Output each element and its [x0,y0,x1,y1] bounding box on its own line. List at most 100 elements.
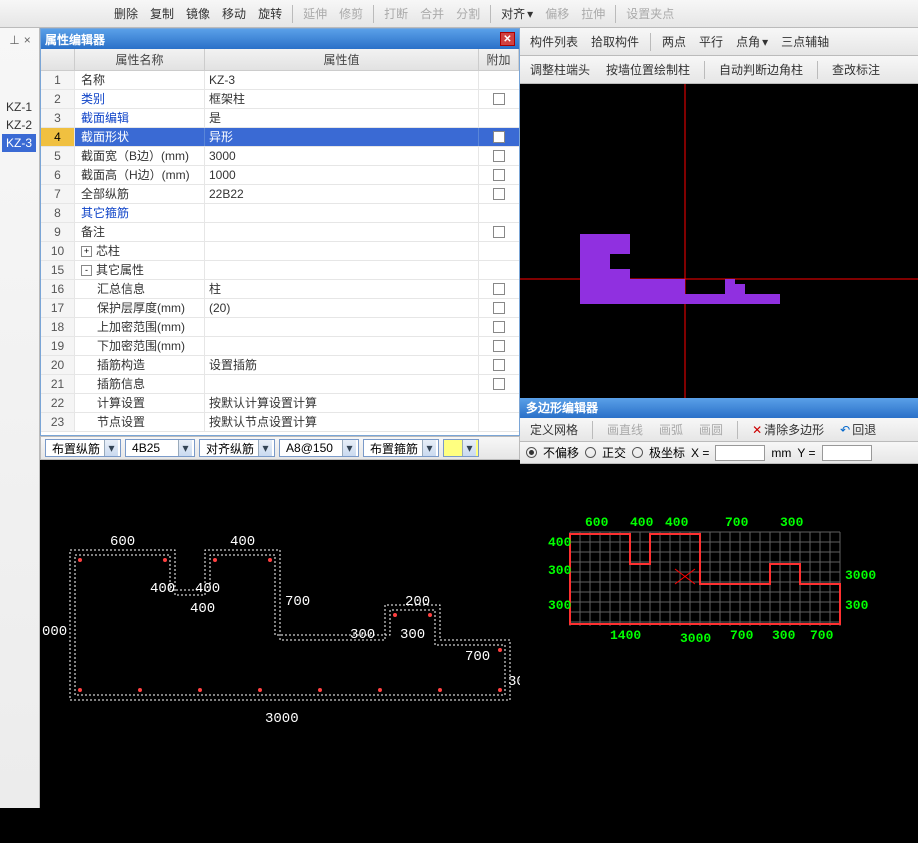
property-row[interactable]: 23节点设置按默认节点设置计算 [41,413,519,432]
svg-text:300: 300 [548,563,572,578]
polygon-viewport[interactable]: 600 400 400 700 300 400 300 300 3000 300… [520,464,918,840]
parallel-button[interactable]: 平行 [695,31,727,52]
property-row[interactable]: 18上加密范围(mm) [41,318,519,337]
align-button[interactable]: 对齐 ▾ [497,3,537,24]
ortho-radio[interactable] [585,447,596,458]
svg-text:400: 400 [150,581,175,597]
move-button[interactable]: 移动 [218,3,250,24]
stretch-button: 拉伸 [577,3,609,24]
property-row[interactable]: 22计算设置按默认计算设置计算 [41,394,519,413]
svg-text:3000: 3000 [680,631,711,646]
svg-text:300: 300 [548,598,572,613]
left-panel: ⊥× KZ-1 KZ-2 KZ-3 [0,28,40,808]
undo-button[interactable]: ↶ 回退 [836,419,880,440]
property-row[interactable]: 10+芯柱 [41,242,519,261]
layout-hoop-combo[interactable]: 布置箍筋▾ [363,439,439,457]
svg-text:1400: 1400 [610,628,641,643]
delete-button[interactable]: 删除 [110,3,142,24]
model-viewport[interactable] [520,84,918,398]
svg-text:600: 600 [585,515,609,530]
x-input[interactable] [715,445,765,461]
property-row[interactable]: 8其它箍筋 [41,204,519,223]
svg-text:400: 400 [190,601,215,617]
view-mark-button[interactable]: 查改标注 [828,59,884,80]
checkbox[interactable] [493,321,505,333]
checkbox[interactable] [493,169,505,181]
property-row[interactable]: 17保护层厚度(mm)(20) [41,299,519,318]
property-row[interactable]: 19下加密范围(mm) [41,337,519,356]
copy-button[interactable]: 复制 [146,3,178,24]
kz-item-2[interactable]: KZ-2 [2,116,36,134]
vertical-value-combo[interactable]: 4B25▾ [125,439,195,457]
mirror-button[interactable]: 镜像 [182,3,214,24]
setgrip-button: 设置夹点 [622,3,678,24]
point-angle-button[interactable]: 点角 ▾ [732,31,772,52]
checkbox[interactable] [493,359,505,371]
property-row[interactable]: 20插筋构造设置插筋 [41,356,519,375]
property-editor-title-text: 属性编辑器 [45,31,105,48]
polygon-coord-bar: 不偏移 正交 极坐标 X = mm Y = [520,442,918,464]
svg-text:600: 600 [110,534,135,550]
component-list-button[interactable]: 构件列表 [526,31,582,52]
draw-circle-button: 画圆 [695,419,727,440]
property-row[interactable]: 1名称KZ-3 [41,71,519,90]
property-row[interactable]: 9备注 [41,223,519,242]
checkbox[interactable] [493,378,505,390]
property-row[interactable]: 4截面形状异形 [41,128,519,147]
polar-radio[interactable] [632,447,643,458]
define-grid-button[interactable]: 定义网格 [526,419,582,440]
property-row[interactable]: 21插筋信息 [41,375,519,394]
property-row[interactable]: 15-其它属性 [41,261,519,280]
property-row[interactable]: 5截面宽（B边）(mm)3000 [41,147,519,166]
checkbox[interactable] [493,188,505,200]
checkbox[interactable] [493,131,505,143]
checkbox[interactable] [493,340,505,352]
svg-text:400: 400 [665,515,689,530]
checkbox[interactable] [493,302,505,314]
pin-icon[interactable]: ⊥ [9,33,19,47]
svg-text:300: 300 [780,515,804,530]
auto-judge-button[interactable]: 自动判断边角柱 [715,59,807,80]
align-value-combo[interactable]: A8@150▾ [279,439,359,457]
adjust-end-button[interactable]: 调整柱端头 [526,59,594,80]
no-offset-radio[interactable] [526,447,537,458]
property-row[interactable]: 3截面编辑是 [41,109,519,128]
kz-item-3[interactable]: KZ-3 [2,134,36,152]
y-input[interactable] [822,445,872,461]
draw-line-button: 画直线 [603,419,647,440]
three-point-button[interactable]: 三点辅轴 [777,31,833,52]
property-row[interactable]: 16汇总信息柱 [41,280,519,299]
svg-text:400: 400 [195,581,220,597]
property-row[interactable]: 7全部纵筋22B22 [41,185,519,204]
pick-component-button[interactable]: 拾取构件 [587,31,643,52]
x-label: X = [691,446,709,460]
property-row[interactable]: 2类别框架柱 [41,90,519,109]
trim-button: 修剪 [335,3,367,24]
close-icon[interactable]: ✕ [500,32,515,46]
section-viewport[interactable]: 600 400 400 400 400 700 200 300 300 700 … [40,460,520,810]
layout-vertical-combo[interactable]: 布置纵筋▾ [45,439,121,457]
break-button: 打断 [380,3,412,24]
clear-polygon-button[interactable]: ✕ 清除多边形 [748,419,828,440]
polygon-editor-title[interactable]: 多边形编辑器 [520,398,918,418]
svg-text:700: 700 [810,628,834,643]
checkbox[interactable] [493,283,505,295]
by-wall-button[interactable]: 按墙位置绘制柱 [602,59,694,80]
two-point-button[interactable]: 两点 [658,31,690,52]
checkbox[interactable] [493,150,505,162]
close-icon[interactable]: × [24,33,31,47]
toolbar-row2: 构件列表 拾取构件 两点 平行 点角 ▾ 三点辅轴 [520,28,918,56]
align-vertical-combo[interactable]: 对齐纵筋▾ [199,439,275,457]
property-editor-title[interactable]: 属性编辑器 ✕ [41,29,519,49]
col-add-header: 附加 [479,49,519,70]
extend-button: 延伸 [299,3,331,24]
svg-text:300: 300 [350,627,375,643]
checkbox[interactable] [493,226,505,238]
svg-text:400: 400 [630,515,654,530]
hoop-color-combo[interactable]: ▾ [443,439,479,457]
property-row[interactable]: 6截面高（H边）(mm)1000 [41,166,519,185]
pin-row: ⊥× [0,28,40,52]
checkbox[interactable] [493,93,505,105]
rotate-button[interactable]: 旋转 [254,3,286,24]
kz-item-1[interactable]: KZ-1 [2,98,36,116]
